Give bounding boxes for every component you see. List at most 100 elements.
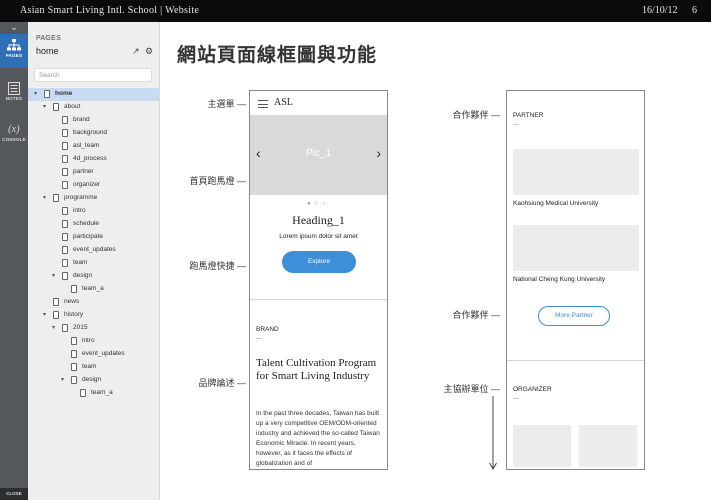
tree-item-label: team [73,259,88,266]
tree-item-label: history [64,311,84,318]
explore-button[interactable]: Explore [282,251,356,273]
collapse-chevron-icon[interactable]: ⌄ [8,22,20,32]
tree-item-home[interactable]: ▾ home [28,88,159,101]
document-header: Asian Smart Living Intl. School | Websit… [0,0,711,22]
annotation-partner-2: 合作夥伴 — [452,310,500,320]
tree-item-organizer[interactable]: organizer [28,179,159,192]
expand-caret-icon[interactable]: ▾ [43,194,46,201]
rail-item-console[interactable]: (x) CONSOLE [0,124,28,150]
organizer-logo-placeholder [579,425,637,467]
page-icon [62,155,68,163]
expand-caret-icon[interactable]: ▾ [52,272,55,279]
tree-item-background[interactable]: background [28,127,159,140]
expand-caret-icon[interactable]: ▾ [34,90,37,97]
tree-item-asl_team[interactable]: asl_team [28,140,159,153]
tree-item-team_a[interactable]: team_a [28,387,159,400]
expand-caret-icon[interactable]: ▾ [61,376,64,383]
tree-item-team[interactable]: team [28,257,159,270]
tree-item-label: design [82,376,102,383]
tree-item-label: participate [73,233,103,240]
brand-label: BRAND [256,326,279,333]
annotation-carousel-shortcut: 跑馬燈快捷 — [189,261,246,271]
page-icon [62,116,68,124]
document-title: Asian Smart Living Intl. School | Websit… [20,5,200,16]
brand-dash: — [256,336,262,342]
page-number: 6 [692,5,697,16]
page-icon [62,246,68,254]
tree-item-team_a[interactable]: team_a [28,283,159,296]
page-icon [62,272,68,280]
export-icon[interactable]: ↗ [132,46,140,57]
tree-item-about[interactable]: ▾ about [28,101,159,114]
tree-item-history[interactable]: ▾ history [28,309,159,322]
organizer-label: ORGANIZER [513,386,552,393]
tree-item-label: intro [73,207,86,214]
tree-item-4d_process[interactable]: 4d_process [28,153,159,166]
partner-name[interactable]: National Cheng Kung University [513,276,605,283]
page-icon [71,350,77,358]
expand-caret-icon[interactable]: ▾ [52,324,55,331]
page-icon [62,259,68,267]
carousel-heading: Heading_1 [292,213,345,227]
rail-item-pages-label: PAGES [5,53,23,58]
tree-item-team[interactable]: team [28,361,159,374]
chevron-right-icon[interactable]: › [376,145,381,161]
tree-item-label: event_updates [82,350,125,357]
tree-item-partner[interactable]: partner [28,166,159,179]
tree-item-label: asl_team [73,142,100,149]
tree-item-label: team [82,363,97,370]
tree-item-news[interactable]: news [28,296,159,309]
page-icon [53,103,59,111]
tree-item-programme[interactable]: ▾ programme [28,192,159,205]
tool-rail: ⌄ PAGES NOTES (x) CONSOLE CLOSE [0,22,28,500]
tree-item-label: intro [82,337,95,344]
page-icon [71,337,77,345]
tree-item-label: team_a [82,285,104,292]
partner-logo-placeholder [513,225,639,271]
partner-name[interactable]: Kaohsiung Medical University [513,200,598,207]
tree-item-design[interactable]: ▾ design [28,374,159,387]
rail-item-notes[interactable]: NOTES [0,82,28,108]
tree-item-label: partner [73,168,94,175]
annotation-home-carousel: 首頁跑馬燈 — [189,176,246,186]
document-date: 16/10/12 [642,5,678,16]
tree-item-participate[interactable]: participate [28,231,159,244]
brand-paragraph: In the past three decades, Taiwan has bu… [256,410,380,467]
tree-item-intro[interactable]: intro [28,205,159,218]
carousel-dots[interactable]: ●○○ [250,201,387,207]
tree-item-label: brand [73,116,90,123]
tree-item-label: event_updates [73,246,116,253]
organizer-logo-placeholder [513,425,571,467]
expand-caret-icon[interactable]: ▾ [43,103,46,110]
annotation-main-menu: 主選單 — [207,99,246,109]
page-icon [53,194,59,202]
tree-item-event_updates[interactable]: event_updates [28,244,159,257]
brand-title: Talent Cultivation Program for Smart Liv… [256,357,377,382]
expand-caret-icon[interactable]: ▾ [43,311,46,318]
settings-icon[interactable]: ⚙ [145,46,153,57]
tree-item-brand[interactable]: brand [28,114,159,127]
carousel[interactable]: ‹ Pic_1 › [250,115,387,195]
tree-item-intro[interactable]: intro [28,335,159,348]
down-arrow-icon [489,396,497,470]
partner-wireframe: PARTNER — Kaohsiung Medical University N… [506,90,645,470]
rail-item-pages[interactable]: PAGES [0,34,28,68]
tree-item-design[interactable]: ▾ design [28,270,159,283]
hamburger-menu-icon[interactable] [258,100,268,111]
site-logo[interactable]: ASL [274,97,293,108]
tree-item-label: 4d_process [73,155,107,162]
tree-item-label: design [73,272,93,279]
more-partner-button[interactable]: More Partner [538,306,610,326]
page-icon [62,142,68,150]
partner-dash: — [513,122,519,128]
page-search-input[interactable]: Search [34,68,152,82]
tree-item-2015[interactable]: ▾ 2015 [28,322,159,335]
close-button[interactable]: CLOSE [0,488,28,500]
tree-item-schedule[interactable]: schedule [28,218,159,231]
page-icon [62,233,68,241]
notes-icon [8,82,20,95]
page-icon [53,298,59,306]
tree-item-event_updates[interactable]: event_updates [28,348,159,361]
carousel-slide-label: Pic_1 [305,148,331,159]
partner-logo-placeholder [513,149,639,195]
